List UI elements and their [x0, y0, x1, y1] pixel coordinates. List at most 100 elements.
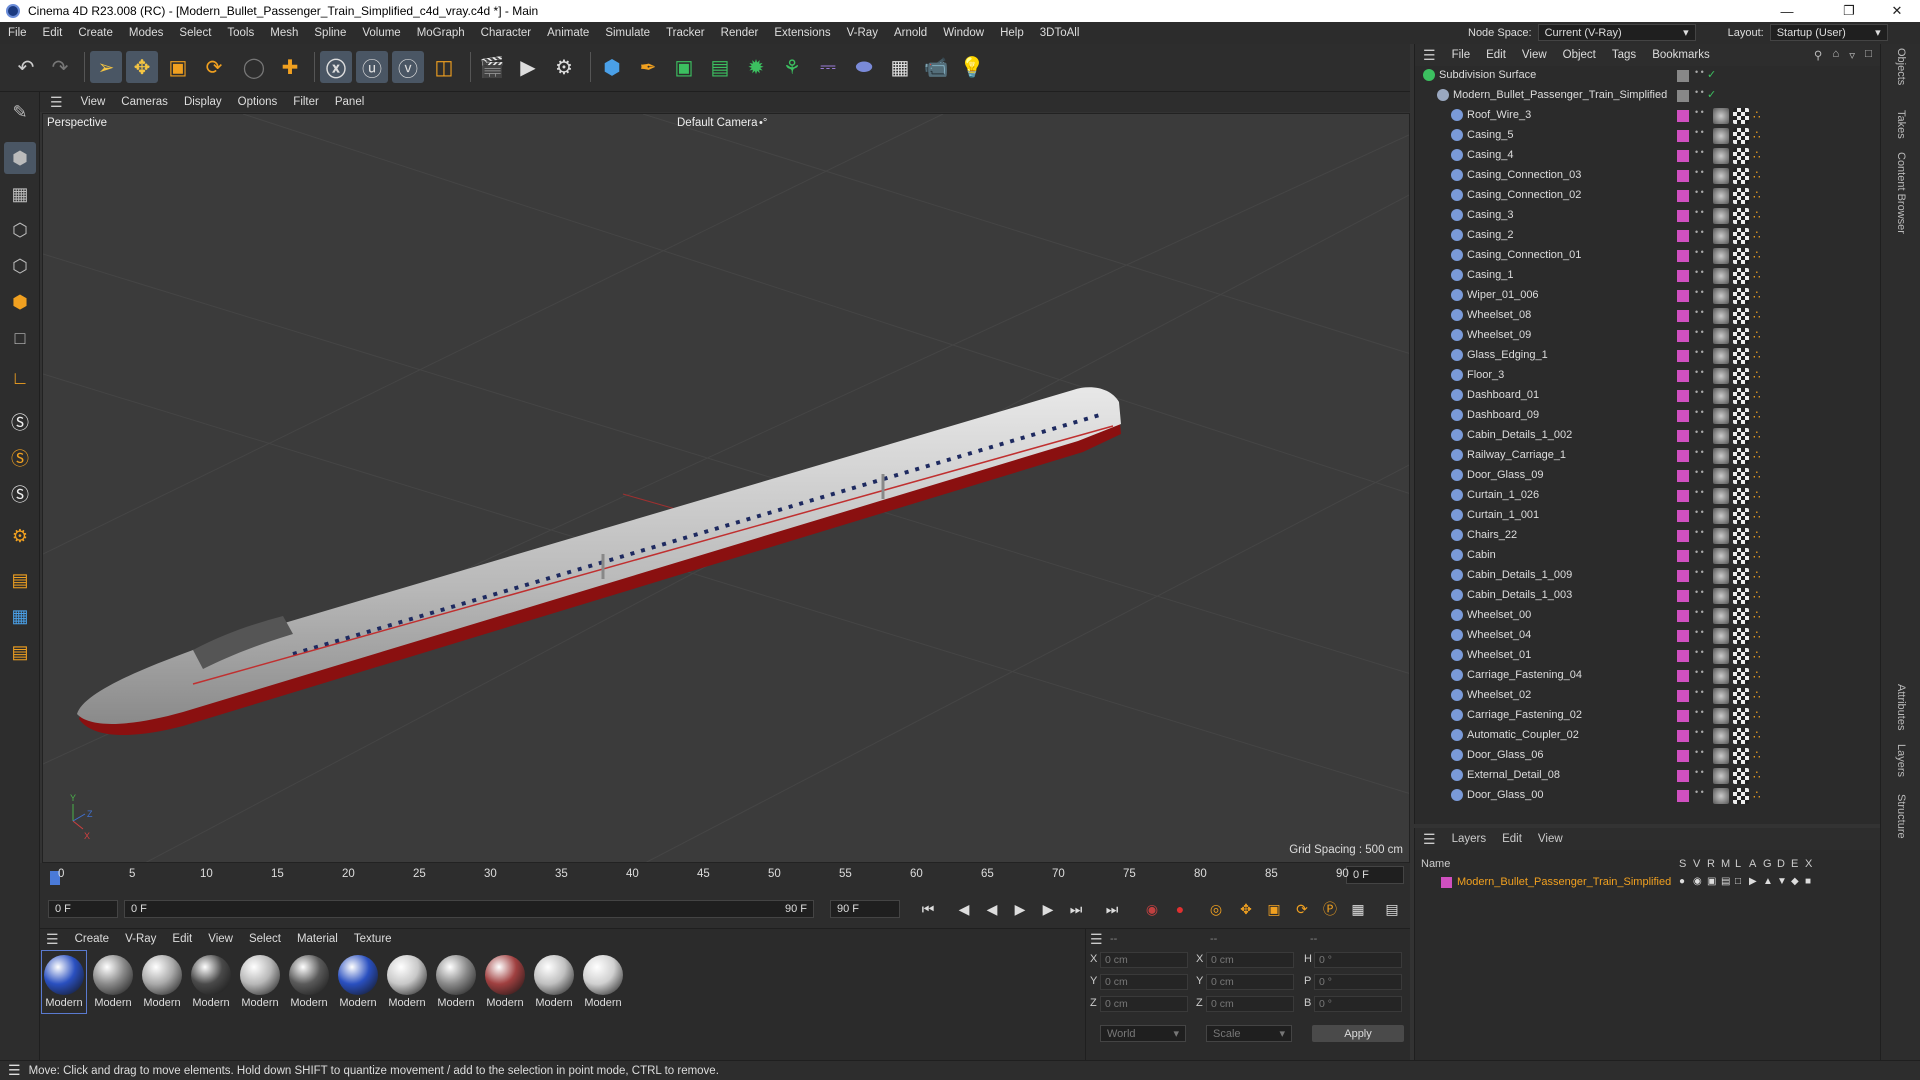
object-row[interactable]: Cabin • • ∴ — [1415, 546, 1881, 566]
material-tag-icon[interactable] — [1713, 608, 1729, 624]
material-swatch[interactable]: Modern — [581, 951, 625, 1013]
workplane-snap-icon[interactable]: Ⓢ — [4, 478, 36, 510]
viewport-menu-options[interactable]: Options — [230, 96, 286, 108]
visibility-dots-icon[interactable]: • • — [1695, 528, 1704, 537]
layer-color-swatch[interactable] — [1677, 250, 1689, 262]
vray-tag-icon[interactable]: ∴ — [1753, 128, 1761, 144]
vray-tag-icon[interactable]: ∴ — [1753, 528, 1761, 544]
layer-toggle-icon[interactable]: ▶ — [1749, 876, 1757, 887]
material-tag-icon[interactable] — [1713, 528, 1729, 544]
object-row[interactable]: Carriage_Fastening_02 • • ∴ — [1415, 706, 1881, 726]
vray-tag-icon[interactable]: ∴ — [1753, 468, 1761, 484]
uv-mode-icon[interactable]: □ — [4, 322, 36, 354]
material-tag-icon[interactable] — [1713, 108, 1729, 124]
object-row[interactable]: Dashboard_09 • • ∴ — [1415, 406, 1881, 426]
search-icon[interactable]: ⚲ — [1814, 48, 1822, 62]
visibility-dots-icon[interactable]: • • — [1695, 168, 1704, 177]
snap-settings-icon[interactable]: Ⓢ — [4, 442, 36, 474]
layer-color-swatch[interactable] — [1677, 190, 1689, 202]
undo-icon[interactable]: ↶ — [10, 51, 42, 83]
make-editable-icon[interactable]: ✎ — [4, 96, 36, 128]
layer-color-swatch[interactable] — [1677, 430, 1689, 442]
next-key-icon[interactable]: ⏭ — [1064, 898, 1088, 920]
material-menu-edit[interactable]: Edit — [164, 933, 200, 945]
vray-tag-icon[interactable]: ∴ — [1753, 308, 1761, 324]
vray-tag-icon[interactable]: ∴ — [1753, 168, 1761, 184]
menu-item-tracker[interactable]: Tracker — [658, 27, 713, 39]
menu-item-render[interactable]: Render — [713, 27, 767, 39]
vray-tag-icon[interactable]: ∴ — [1753, 508, 1761, 524]
material-tag-icon[interactable] — [1713, 228, 1729, 244]
layer-color-swatch[interactable] — [1677, 390, 1689, 402]
object-menu-edit[interactable]: Edit — [1478, 49, 1514, 61]
visibility-dots-icon[interactable]: • • — [1695, 648, 1704, 657]
visibility-dots-icon[interactable]: • • — [1695, 188, 1704, 197]
layer-row[interactable]: Modern_Bullet_Passenger_Train_Simplified… — [1415, 874, 1881, 892]
previous-key-icon[interactable]: ◀ — [952, 898, 976, 920]
menu-item-mesh[interactable]: Mesh — [262, 27, 306, 39]
points-mode-icon[interactable]: ⬡ — [4, 214, 36, 246]
object-menu-tags[interactable]: Tags — [1604, 49, 1644, 61]
checker-texture-tag-icon[interactable] — [1733, 108, 1749, 124]
maximize-icon[interactable]: ❐ — [1826, 0, 1872, 22]
layer-toggle-icon[interactable]: □ — [1735, 876, 1741, 887]
material-tag-icon[interactable] — [1713, 388, 1729, 404]
material-tag-icon[interactable] — [1713, 348, 1729, 364]
viewport-menu-cameras[interactable]: Cameras — [113, 96, 176, 108]
layer-color-swatch[interactable] — [1677, 690, 1689, 702]
coord-field[interactable]: 0 cm — [1100, 952, 1188, 968]
layer-color-swatch[interactable] — [1677, 590, 1689, 602]
cloner-icon[interactable]: ✹ — [740, 51, 772, 83]
autokey-icon[interactable]: ● — [1168, 898, 1192, 920]
menu-item-tools[interactable]: Tools — [219, 27, 262, 39]
coord-field[interactable]: 0 cm — [1206, 974, 1294, 990]
axis-mode-icon[interactable]: ∟ — [4, 362, 36, 394]
vray-tag-icon[interactable]: ∴ — [1753, 248, 1761, 264]
material-tag-icon[interactable] — [1713, 628, 1729, 644]
object-row[interactable]: Wheelset_01 • • ∴ — [1415, 646, 1881, 666]
new-window-icon[interactable]: □ — [1865, 48, 1872, 62]
layer-menu-layers[interactable]: Layers — [1444, 833, 1495, 845]
layer-color-swatch[interactable] — [1677, 410, 1689, 422]
redo-icon[interactable]: ↷ — [44, 51, 76, 83]
menu-item-arnold[interactable]: Arnold — [886, 27, 935, 39]
material-tag-icon[interactable] — [1713, 508, 1729, 524]
layer-toggle-icon[interactable]: ◉ — [1693, 876, 1702, 887]
material-tag-icon[interactable] — [1713, 128, 1729, 144]
side-tab-attributes[interactable]: Attributes — [1895, 684, 1907, 730]
model-mode-icon[interactable]: ⬢ — [4, 142, 36, 174]
go-to-start-icon[interactable]: ⏮ — [916, 898, 940, 920]
layout-dropdown[interactable]: Startup (User) ▾ — [1769, 24, 1888, 41]
layer-color-swatch[interactable] — [1677, 670, 1689, 682]
vray-tag-icon[interactable]: ∴ — [1753, 568, 1761, 584]
checker-texture-tag-icon[interactable] — [1733, 148, 1749, 164]
menu-item-help[interactable]: Help — [992, 27, 1032, 39]
key-scale-icon[interactable]: ▣ — [1262, 898, 1286, 920]
cube-primitive-icon[interactable]: ⬢ — [596, 51, 628, 83]
minimize-icon[interactable]: — — [1764, 0, 1810, 22]
menu-item-v-ray[interactable]: V-Ray — [839, 27, 886, 39]
object-row[interactable]: Glass_Edging_1 • • ∴ — [1415, 346, 1881, 366]
floor-scene-icon[interactable]: ▦ — [884, 51, 916, 83]
menu-item-create[interactable]: Create — [70, 27, 121, 39]
layer-color-swatch[interactable] — [1677, 330, 1689, 342]
visibility-dots-icon[interactable]: • • — [1695, 228, 1704, 237]
material-tag-icon[interactable] — [1713, 468, 1729, 484]
extrude-generator-icon[interactable]: ▤ — [704, 51, 736, 83]
visibility-dots-icon[interactable]: • • — [1695, 408, 1704, 417]
coord-field[interactable]: 0 cm — [1100, 996, 1188, 1012]
object-row[interactable]: Casing_Connection_03 • • ∴ — [1415, 166, 1881, 186]
layer-color-swatch[interactable] — [1677, 210, 1689, 222]
checker-texture-tag-icon[interactable] — [1733, 188, 1749, 204]
side-tab-structure[interactable]: Structure — [1895, 794, 1907, 839]
material-tag-icon[interactable] — [1713, 748, 1729, 764]
hamburger-icon[interactable]: ☰ — [46, 931, 67, 948]
checker-texture-tag-icon[interactable] — [1733, 348, 1749, 364]
checker-texture-tag-icon[interactable] — [1733, 628, 1749, 644]
layer-color-swatch[interactable] — [1677, 150, 1689, 162]
object-row[interactable]: Door_Glass_00 • • ∴ — [1415, 786, 1881, 806]
visibility-dots-icon[interactable]: • • — [1695, 388, 1704, 397]
layer-color-swatch[interactable] — [1677, 550, 1689, 562]
material-swatch[interactable]: Modern — [140, 951, 184, 1013]
visibility-dots-icon[interactable]: • • — [1695, 488, 1704, 497]
